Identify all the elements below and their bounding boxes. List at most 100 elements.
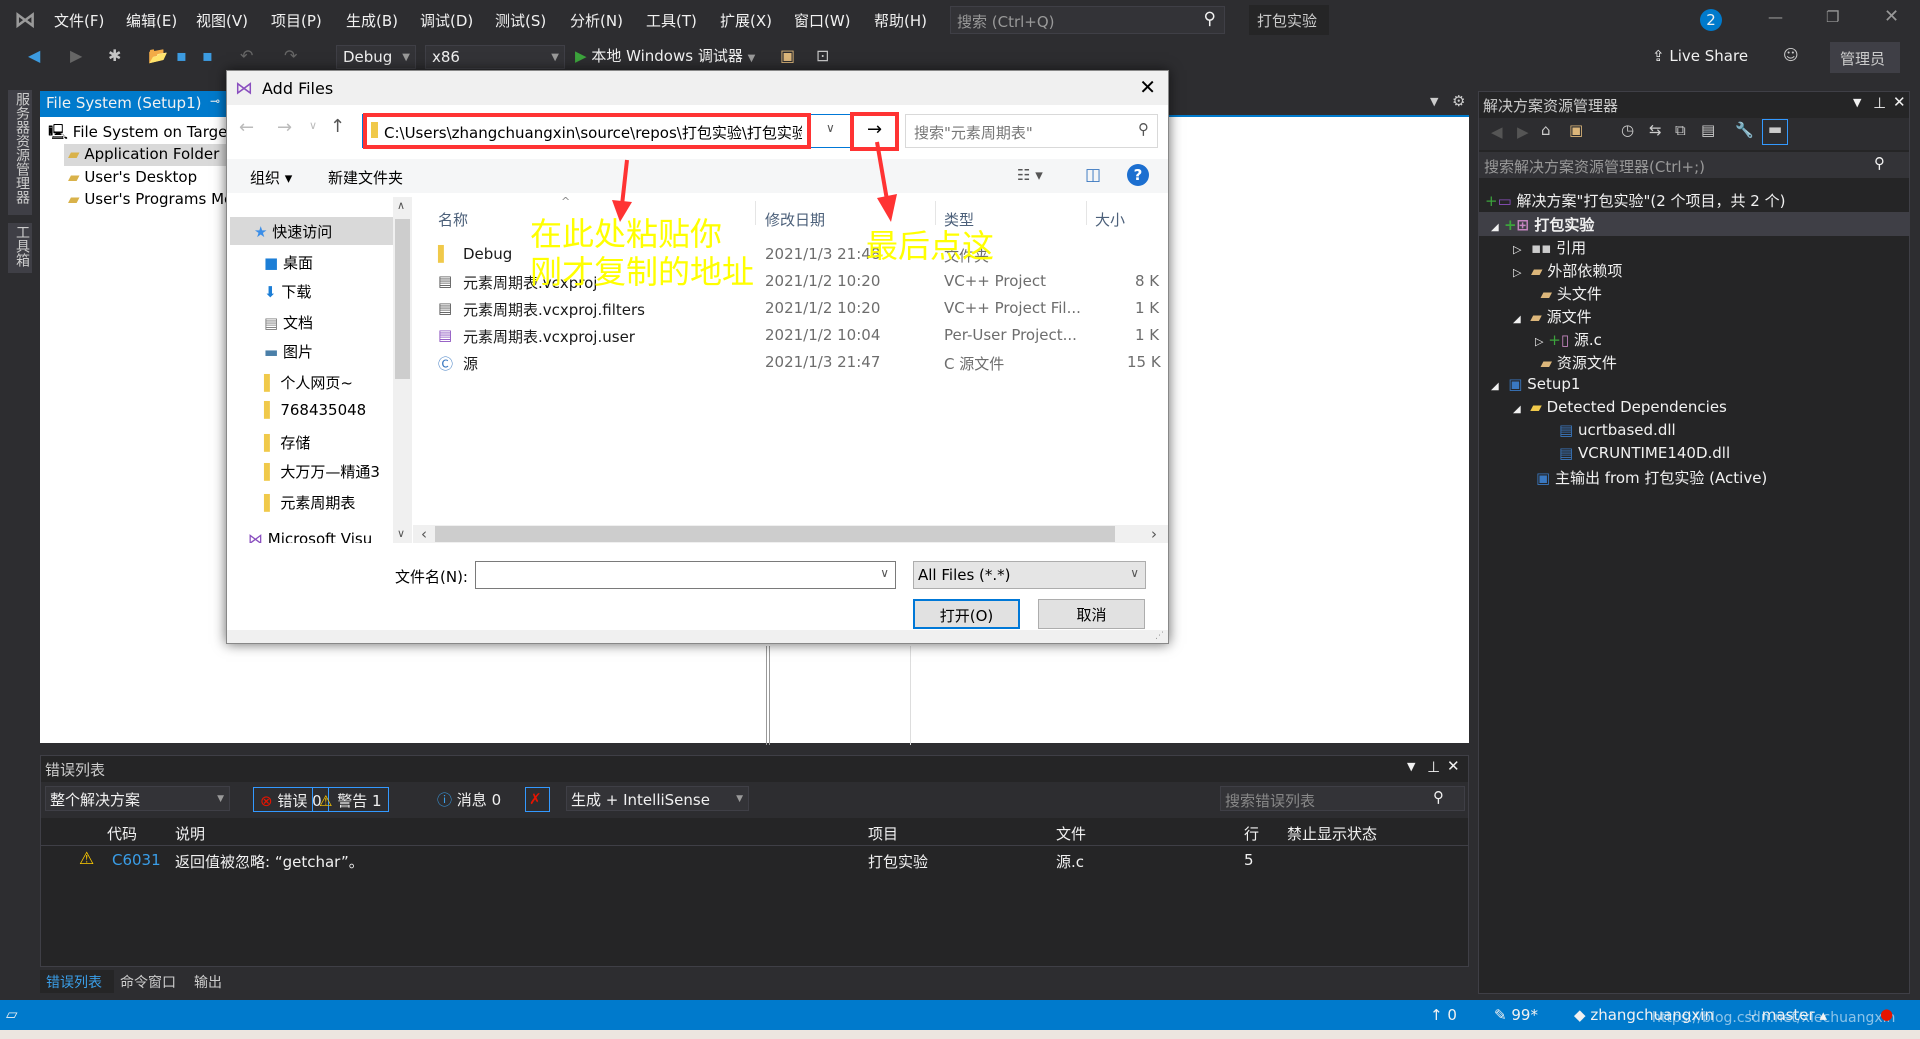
se-toolbar: ◀ ▶ ⌂ ▣ ◷ ⇆ ⧉ ▤ 🔧 ▬ (1479, 118, 1909, 150)
error-code-link[interactable]: C6031 (112, 851, 161, 869)
col-code[interactable]: 代码 (107, 823, 137, 844)
c-file-icon: ▯ (1560, 331, 1570, 349)
scope-value: 整个解决方案 (50, 791, 141, 809)
primary-output-node[interactable]: ▣ 主输出 from 打包实验 (Active) (1536, 467, 1767, 490)
node-label: 打包实验 (1534, 216, 1595, 234)
node-label: 引用 (1556, 239, 1587, 257)
warnings-label: 警告 1 (337, 792, 382, 810)
bottom-tab-error-list[interactable]: 错误列表 (40, 970, 114, 993)
close-icon[interactable]: ✕ (1893, 93, 1906, 111)
back-icon[interactable]: ◀ (1491, 123, 1503, 141)
node-label: Setup1 (1527, 375, 1581, 393)
push-count[interactable]: ↑ 0 (1430, 1006, 1457, 1024)
scope-dropdown[interactable]: 整个解决方案 ▼ (45, 786, 230, 811)
source-dropdown[interactable]: 生成 + IntelliSense ▼ (566, 786, 749, 811)
external-deps-node[interactable]: ▷ ▰ 外部依赖项 (1513, 260, 1622, 283)
search-icon: ⚲ (1433, 788, 1444, 806)
resource-files-node[interactable]: ▰ 资源文件 (1531, 352, 1617, 375)
node-label: ucrtbased.dll (1577, 421, 1676, 439)
detected-deps-node[interactable]: ◢ ▰ Detected Dependencies (1513, 398, 1727, 421)
solution-node[interactable]: +▭ 解决方案"打包实验"(2 个项目，共 2 个) (1485, 190, 1785, 213)
filter-folder-icon: ▰ (1530, 308, 1542, 326)
references-icon: ▪▪ (1531, 239, 1552, 257)
se-search-placeholder: 搜索解决方案资源管理器(Ctrl+;) (1484, 158, 1706, 176)
source-value: 生成 + IntelliSense (571, 791, 710, 809)
show-all-files-icon[interactable]: ▤ (1701, 121, 1715, 139)
pending-changes-icon[interactable]: ◷ (1621, 121, 1634, 139)
warnings-filter-button[interactable]: ⚠ 警告 1 (312, 787, 389, 812)
solution-explorer: 解决方案资源管理器 ▼ ⊥ ✕ ◀ ▶ ⌂ ▣ ◷ ⇆ ⧉ ▤ 🔧 ▬ 搜索解决… (1478, 91, 1910, 994)
pin-icon[interactable]: ⊥ (1873, 94, 1886, 112)
preview-icon[interactable]: ▬ (1762, 119, 1788, 145)
pin-icon[interactable]: ⊥ (1427, 758, 1440, 776)
output-icon: ▣ (1536, 469, 1551, 487)
warning-icon: ⚠ (319, 792, 333, 810)
source-c-node[interactable]: ▷ +▯ 源.c (1535, 329, 1602, 352)
references-node[interactable]: ▷ ▪▪ 引用 (1513, 237, 1586, 260)
node-label: 主输出 from 打包实验 (Active) (1554, 469, 1768, 487)
forward-icon[interactable]: ▶ (1517, 123, 1529, 141)
dropdown-icon[interactable]: ▼ (1407, 760, 1415, 773)
properties-icon[interactable]: 🔧 (1735, 121, 1754, 139)
push-count-value: 0 (1447, 1006, 1457, 1024)
dropdown-icon[interactable]: ▼ (1853, 96, 1861, 109)
dll-icon: ▤ (1559, 421, 1574, 439)
bottom-tab-command-window[interactable]: 命令窗口 (120, 972, 176, 992)
error-project: 打包实验 (868, 853, 929, 871)
messages-filter-button[interactable]: ⓘ 消息 0 (437, 789, 501, 810)
filter-folder-icon: ▰ (1540, 354, 1553, 372)
bottom-tab-output[interactable]: 输出 (194, 972, 222, 992)
node-label: 头文件 (1556, 285, 1602, 303)
error-table-header: 代码 说明 项目 文件 行 禁止显示状态 (41, 820, 1468, 846)
pencil-icon: ✎ (1494, 1006, 1507, 1024)
error-row[interactable]: ⚠ C6031 返回值被忽略: “getchar”。 打包实验 源.c 5 (41, 848, 1468, 874)
se-search-input[interactable]: 搜索解决方案资源管理器(Ctrl+;) ⚲ (1479, 152, 1909, 178)
collapse-all-icon[interactable]: ⧉ (1675, 121, 1686, 139)
error-description: 返回值被忽略: “getchar”。 (175, 853, 364, 871)
solution-explorer-title: 解决方案资源管理器 (1483, 97, 1619, 115)
error-file: 源.c (1056, 853, 1085, 871)
setup-project-icon: ▣ (1508, 375, 1523, 393)
solution-icon: ▭ (1497, 192, 1512, 210)
error-line: 5 (1244, 851, 1254, 869)
col-file[interactable]: 文件 (1056, 823, 1086, 844)
notification-bell-icon[interactable]: ● (1880, 1005, 1893, 1023)
git-icon: ◆ (1574, 1006, 1586, 1024)
pending-changes[interactable]: ✎ 99* (1494, 1006, 1538, 1024)
close-icon[interactable]: ✕ (1447, 757, 1460, 775)
home-icon[interactable]: ⌂ (1541, 121, 1551, 139)
col-suppression[interactable]: 禁止显示状态 (1287, 823, 1377, 844)
annotation-paste-line2: 刚才复制的地址 (530, 253, 755, 291)
search-icon: ⚲ (1874, 154, 1885, 172)
pending-changes-value: 99* (1511, 1006, 1538, 1024)
col-line[interactable]: 行 (1244, 823, 1259, 844)
node-label: 源文件 (1546, 308, 1592, 326)
dll-node[interactable]: ▤ ucrtbased.dll (1559, 421, 1676, 444)
col-project[interactable]: 项目 (868, 823, 898, 844)
folder-icon: ▰ (1531, 262, 1543, 280)
switch-views-icon[interactable]: ▣ (1569, 121, 1583, 139)
watermark: https://blog.csdn.net/xiechuangxin (1652, 1010, 1896, 1026)
header-files-node[interactable]: ▰ 头文件 (1531, 283, 1602, 306)
setup-project-node[interactable]: ◢ ▣ Setup1 (1491, 375, 1580, 398)
open-folder-icon: ▰ (1530, 398, 1542, 416)
error-icon: ⊗ (260, 792, 273, 810)
sync-icon[interactable]: ⇆ (1649, 121, 1662, 139)
node-label: 解决方案"打包实验"(2 个项目，共 2 个) (1516, 192, 1786, 210)
dll-node[interactable]: ▤ VCRUNTIME140D.dll (1559, 444, 1730, 467)
warning-icon: ⚠ (79, 849, 95, 869)
node-label: VCRUNTIME140D.dll (1577, 444, 1731, 462)
node-label: 资源文件 (1556, 354, 1617, 372)
source-files-node[interactable]: ◢ ▰ 源文件 (1513, 306, 1592, 329)
col-description[interactable]: 说明 (175, 823, 205, 844)
desktop-strip (0, 1030, 1920, 1039)
error-search-placeholder: 搜索错误列表 (1225, 792, 1316, 810)
error-list-panel: 错误列表 ▼ ⊥ ✕ 整个解决方案 ▼ ⊗ 错误 0 ⚠ 警告 1 ⓘ 消息 0 … (40, 755, 1469, 967)
error-search-input[interactable]: 搜索错误列表 ⚲ (1220, 786, 1465, 811)
info-icon: ⓘ (437, 791, 453, 809)
clear-filter-icon[interactable]: ✗ (525, 787, 550, 812)
arrow-up-icon: ↑ (1430, 1006, 1443, 1024)
project-node[interactable]: ◢ +⊞ 打包实验 (1491, 214, 1594, 237)
node-label: 外部依赖项 (1547, 262, 1623, 280)
messages-label: 消息 0 (456, 791, 502, 809)
